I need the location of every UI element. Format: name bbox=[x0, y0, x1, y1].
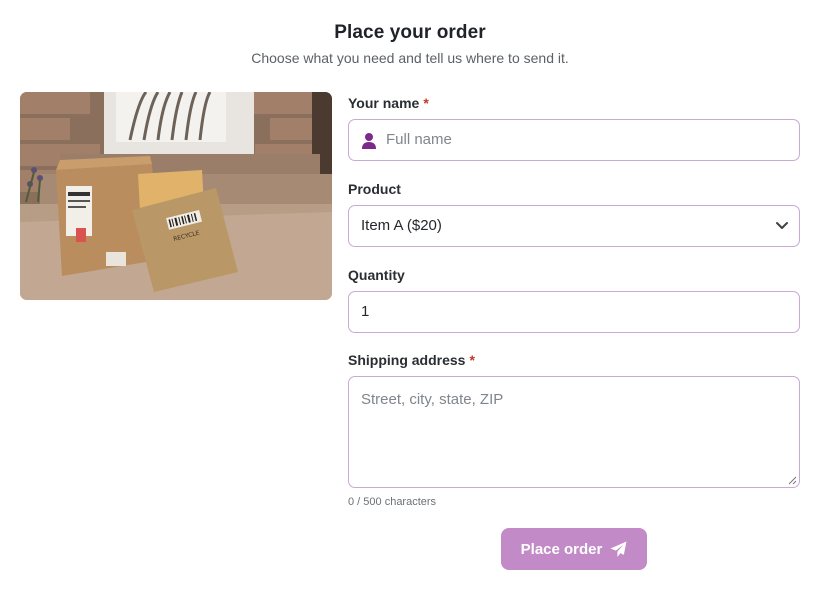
name-label: Your name * bbox=[348, 95, 429, 111]
address-label: Shipping address * bbox=[348, 352, 475, 368]
product-photo: RECYCLE bbox=[20, 92, 332, 300]
name-placeholder: Full name bbox=[386, 131, 452, 148]
page-subtitle: Choose what you need and tell us where t… bbox=[251, 50, 569, 66]
quantity-input[interactable]: 1 bbox=[348, 291, 800, 333]
name-input[interactable]: Full name bbox=[348, 119, 800, 161]
required-mark: * bbox=[469, 352, 475, 368]
quantity-value: 1 bbox=[361, 303, 370, 320]
required-mark: * bbox=[423, 95, 429, 111]
user-icon bbox=[362, 133, 376, 149]
product-selected-value: Item A ($20) bbox=[361, 217, 442, 234]
address-placeholder: Street, city, state, ZIP bbox=[361, 391, 504, 408]
name-label-text: Your name bbox=[348, 95, 420, 111]
page-title: Place your order bbox=[334, 22, 486, 43]
chevron-down-icon bbox=[776, 222, 788, 229]
address-label-text: Shipping address bbox=[348, 352, 466, 368]
product-label: Product bbox=[348, 181, 401, 197]
quantity-label: Quantity bbox=[348, 267, 405, 283]
product-select[interactable]: Item A ($20) bbox=[348, 205, 800, 247]
place-order-label: Place order bbox=[520, 540, 603, 558]
place-order-button[interactable]: Place order bbox=[501, 528, 647, 570]
character-counter: 0 / 500 characters bbox=[348, 496, 437, 508]
resize-handle[interactable] bbox=[787, 475, 797, 485]
paper-plane-icon bbox=[610, 541, 627, 557]
address-textarea[interactable]: Street, city, state, ZIP bbox=[348, 376, 800, 488]
